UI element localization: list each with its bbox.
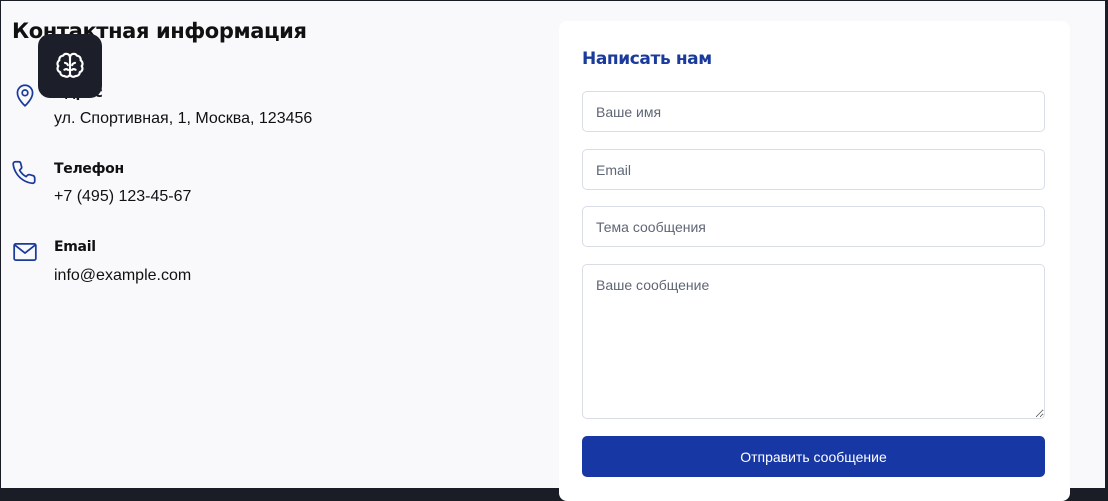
- app-badge[interactable]: [38, 34, 102, 98]
- submit-button[interactable]: Отправить сообщение: [582, 436, 1045, 477]
- address-value: ул. Спортивная, 1, Москва, 123456: [54, 110, 313, 127]
- mail-icon: [13, 243, 37, 261]
- email-label: Email: [54, 239, 96, 255]
- email-value[interactable]: info@example.com: [54, 267, 191, 285]
- message-textarea[interactable]: [582, 264, 1045, 419]
- name-input[interactable]: [582, 91, 1045, 132]
- contact-form-card: Написать нам Отправить сообщение: [559, 21, 1070, 501]
- form-title: Написать нам: [582, 49, 712, 69]
- subject-input[interactable]: [582, 206, 1045, 247]
- map-pin-icon: [16, 84, 34, 107]
- phone-value[interactable]: +7 (495) 123-45-67: [54, 188, 191, 206]
- brain-icon: [56, 52, 84, 78]
- email-input[interactable]: [582, 149, 1045, 190]
- phone-label: Телефон: [54, 161, 124, 177]
- phone-icon: [12, 160, 36, 185]
- contact-section: Контактная информация Адрес ул. Спортивн…: [0, 0, 1105, 501]
